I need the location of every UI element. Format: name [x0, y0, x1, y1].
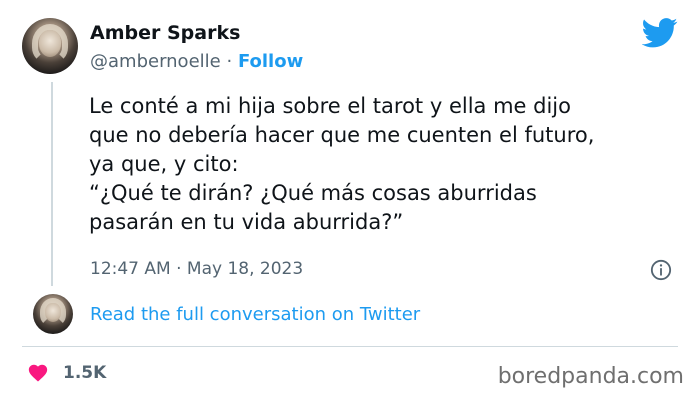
author-name[interactable]: Amber Sparks: [90, 22, 240, 44]
twitter-bird-icon[interactable]: [642, 18, 678, 48]
watermark: boredpanda.com: [497, 364, 684, 389]
tweet-text: Le conté a mi hija sobre el tarot y ella…: [89, 92, 669, 237]
follow-button[interactable]: Follow: [238, 51, 303, 72]
tweet-line: Le conté a mi hija sobre el tarot y ella…: [89, 94, 571, 118]
author-avatar[interactable]: [22, 18, 78, 74]
tweet-line: que no debería hacer que me cuenten el f…: [89, 123, 595, 147]
thread-line: [51, 82, 53, 286]
tweet-timestamp[interactable]: 12:47 AM · May 18, 2023: [90, 259, 303, 279]
like-count[interactable]: 1.5K: [63, 363, 106, 383]
tweet-line: ya que, y cito:: [89, 152, 239, 176]
info-icon[interactable]: [650, 259, 672, 281]
separator-dot: ·: [226, 51, 233, 72]
tweet-line: pasarán en tu vida aburrida?”: [89, 210, 404, 234]
read-conversation-link[interactable]: Read the full conversation on Twitter: [90, 304, 420, 325]
heart-icon[interactable]: [27, 362, 49, 384]
conversation-avatar[interactable]: [33, 294, 73, 334]
tweet-line: “¿Qué te dirán? ¿Qué más cosas aburridas: [89, 181, 537, 205]
author-handle[interactable]: @ambernoelle: [90, 51, 221, 72]
author-handle-row: @ambernoelle · Follow: [90, 51, 303, 72]
divider: [22, 346, 678, 347]
